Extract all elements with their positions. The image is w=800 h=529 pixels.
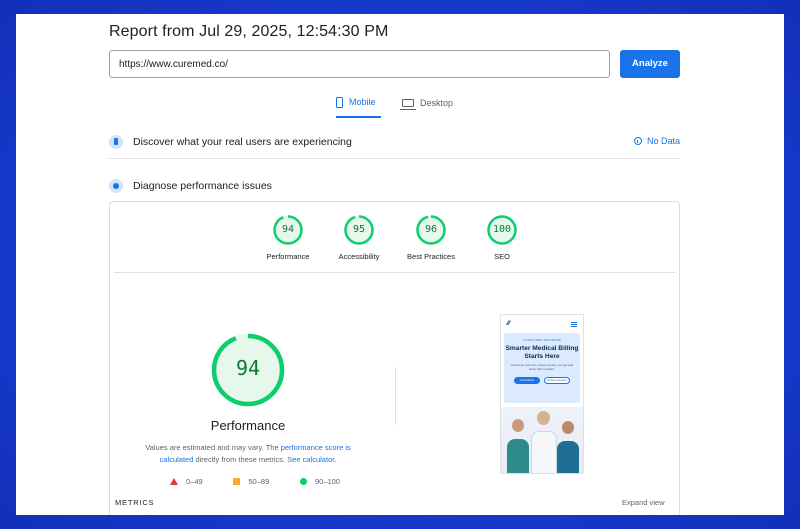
preview-person-2 [531,431,557,473]
square-icon [233,478,241,485]
tab-mobile-label: Mobile [349,97,376,107]
tab-desktop[interactable]: Desktop [400,94,462,118]
circle-icon [299,478,307,485]
vertical-separator [395,367,396,425]
card-divider [114,272,676,273]
analyze-button[interactable]: Analyze [620,50,680,78]
gauge-accessibility-label: Accessibility [338,252,380,261]
real-users-section: Discover what your real users are experi… [109,132,680,152]
report-title: Report from Jul 29, 2025, 12:54:30 PM [109,23,389,40]
divider [109,158,680,159]
score-gauges: 94 Performance 95 Accessibility 96 Best … [110,214,679,274]
preview-head-2 [537,411,550,425]
see-calculator-link[interactable]: See calculator [287,455,334,464]
gauge-performance[interactable]: 94 Performance [253,214,323,261]
metrics-label: METRICS [115,498,155,507]
main-score-label: Performance [210,418,286,433]
preview-headline: Smarter Medical Billing Starts Here [505,345,579,360]
preview-subtext: Accelerate cash flow, reduce denials, an… [510,363,574,371]
score-legend: 0–49 50–89 90–100 [170,477,340,486]
preview-person-1 [507,439,529,473]
gauge-performance-value: 94 [281,224,295,235]
pagespeed-report-page: Report from Jul 29, 2025, 12:54:30 PM ht… [16,14,784,515]
preview-head-1 [512,419,524,432]
note-text-1: Values are estimated and may vary. The [145,443,281,452]
users-icon [109,135,123,149]
real-users-title: Discover what your real users are experi… [133,136,352,148]
no-data-status[interactable]: No Data [633,136,680,146]
note-text-2: directly from these metrics. [193,455,288,464]
preview-menu-icon [571,321,577,327]
score-note: Values are estimated and may vary. The p… [132,442,364,466]
gauge-seo-value: 100 [492,224,512,235]
laptop-icon [400,99,416,110]
gauge-seo[interactable]: 100 SEO [467,214,537,261]
gauge-accessibility-value: 95 [352,224,366,235]
tab-desktop-label: Desktop [420,98,454,108]
note-text-3: . [334,455,337,464]
url-input[interactable]: https://www.curemed.co/ [109,50,610,78]
phone-icon [336,96,343,108]
gauge-performance-label: Performance [266,252,310,261]
gauge-seo-label: SEO [494,252,510,261]
legend-average: 50–89 [233,477,269,486]
preview-primary-button: Get Started [514,377,540,385]
preview-secondary-button: Explore Services [544,377,570,385]
legend-pass-range: 90–100 [314,477,340,486]
no-data-label: No Data [646,136,680,146]
legend-fail: 0–49 [170,477,203,486]
gauge-best-practices-label: Best Practices [407,252,455,261]
expand-view-link[interactable]: Expand view [622,498,665,507]
preview-person-3 [557,441,579,473]
preview-head-3 [562,421,574,434]
diagnose-icon [109,179,123,193]
triangle-icon [170,478,178,485]
main-score-value: 94 [235,356,261,380]
page-screenshot-preview: ⁄⁄⁄ CLINIC-FIRST SOLUTIONS Smarter Medic… [500,314,584,474]
gauge-accessibility[interactable]: 95 Accessibility [324,214,394,261]
preview-hero: CLINIC-FIRST SOLUTIONS Smarter Medical B… [504,333,580,403]
diagnose-section: Diagnose performance issues [109,176,680,196]
diagnostics-card: 94 Performance 95 Accessibility 96 Best … [109,201,680,515]
gauge-best-practices-value: 96 [424,224,438,235]
gauge-best-practices[interactable]: 96 Best Practices [396,214,466,261]
preview-logo-icon: ⁄⁄⁄ [507,321,511,327]
tab-mobile[interactable]: Mobile [336,94,381,118]
diagnose-title: Diagnose performance issues [133,180,272,192]
preview-buttons: Get Started Explore Services [504,377,580,385]
legend-fail-range: 0–49 [186,477,203,486]
legend-average-range: 50–89 [248,477,270,486]
main-performance-gauge: 94 [210,332,286,408]
info-icon [633,137,642,145]
preview-header: ⁄⁄⁄ [501,315,583,333]
preview-doctors-photo [501,407,583,473]
preview-kicker: CLINIC-FIRST SOLUTIONS [523,338,561,342]
legend-pass: 90–100 [299,477,340,486]
